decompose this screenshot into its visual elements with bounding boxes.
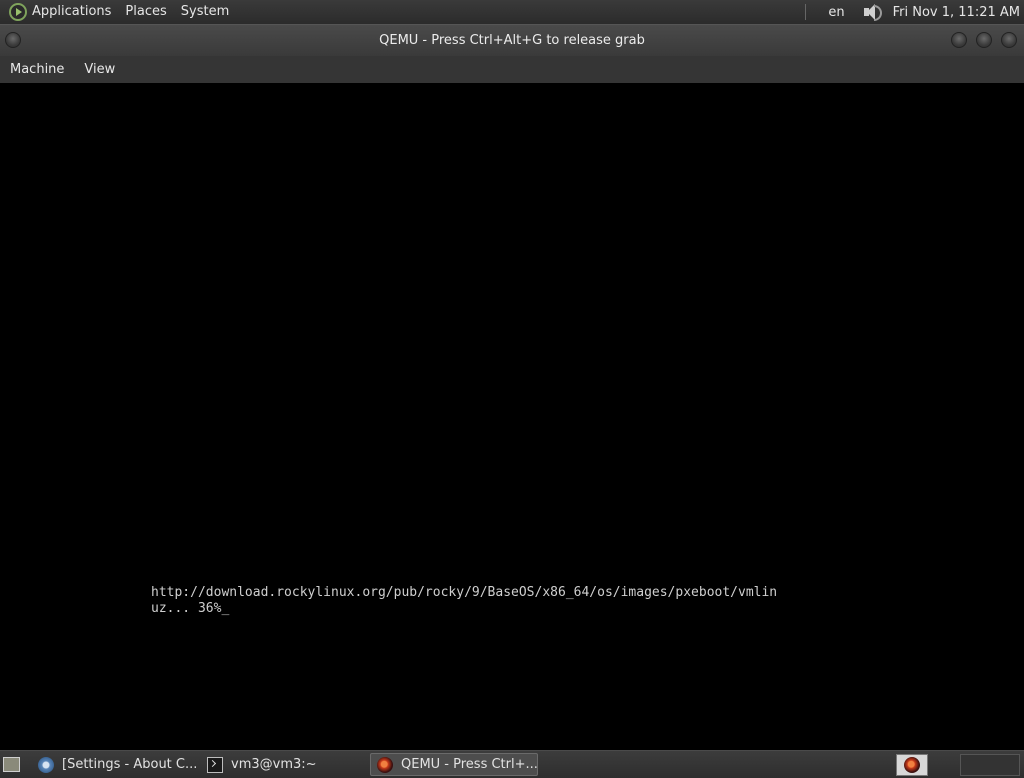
task-settings[interactable]: [Settings - About C...	[32, 753, 200, 776]
console-output: http://download.rockylinux.org/pub/rocky…	[151, 585, 777, 617]
window-title-bar[interactable]: QEMU - Press Ctrl+Alt+G to release grab	[0, 24, 1024, 56]
show-desktop-icon[interactable]	[3, 757, 20, 772]
menu-places[interactable]: Places	[118, 0, 173, 24]
tray-qemu-button[interactable]	[896, 754, 928, 776]
task-terminal[interactable]: vm3@vm3:~	[201, 753, 369, 776]
minimize-button[interactable]	[951, 32, 967, 48]
menu-system[interactable]: System	[174, 0, 236, 24]
task-label: [Settings - About C...	[62, 757, 198, 772]
qemu-icon	[377, 756, 393, 773]
qemu-menu-bar: Machine View	[0, 56, 1024, 83]
terminal-icon	[207, 756, 223, 773]
console-line: http://download.rockylinux.org/pub/rocky…	[151, 585, 778, 600]
guest-display[interactable]: http://download.rockylinux.org/pub/rocky…	[0, 83, 1024, 750]
keyboard-layout-indicator[interactable]: en	[820, 5, 852, 20]
applications-logo-icon[interactable]	[9, 3, 27, 21]
task-qemu[interactable]: QEMU - Press Ctrl+...	[370, 753, 538, 776]
window-title: QEMU - Press Ctrl+Alt+G to release grab	[379, 33, 645, 48]
task-label: QEMU - Press Ctrl+...	[401, 757, 538, 772]
menu-applications[interactable]: Applications	[25, 0, 118, 24]
console-line: uz... 36%	[151, 601, 222, 616]
menu-view[interactable]: View	[74, 56, 125, 83]
panel-status-area: en Fri Nov 1, 11:21 AM	[805, 0, 1024, 24]
maximize-button[interactable]	[976, 32, 992, 48]
clock[interactable]: Fri Nov 1, 11:21 AM	[889, 5, 1024, 20]
settings-icon	[38, 756, 54, 773]
menu-machine[interactable]: Machine	[0, 56, 74, 83]
text-cursor: _	[221, 601, 230, 616]
close-button[interactable]	[1001, 32, 1017, 48]
panel-separator	[805, 4, 807, 20]
task-label: vm3@vm3:~	[231, 757, 317, 772]
workspace-switcher[interactable]	[960, 754, 1020, 776]
top-panel: Applications Places System en Fri Nov 1,…	[0, 0, 1024, 24]
taskbar: [Settings - About C... vm3@vm3:~ QEMU - …	[0, 750, 1024, 778]
volume-icon[interactable]	[861, 3, 883, 21]
qemu-icon	[904, 757, 920, 773]
